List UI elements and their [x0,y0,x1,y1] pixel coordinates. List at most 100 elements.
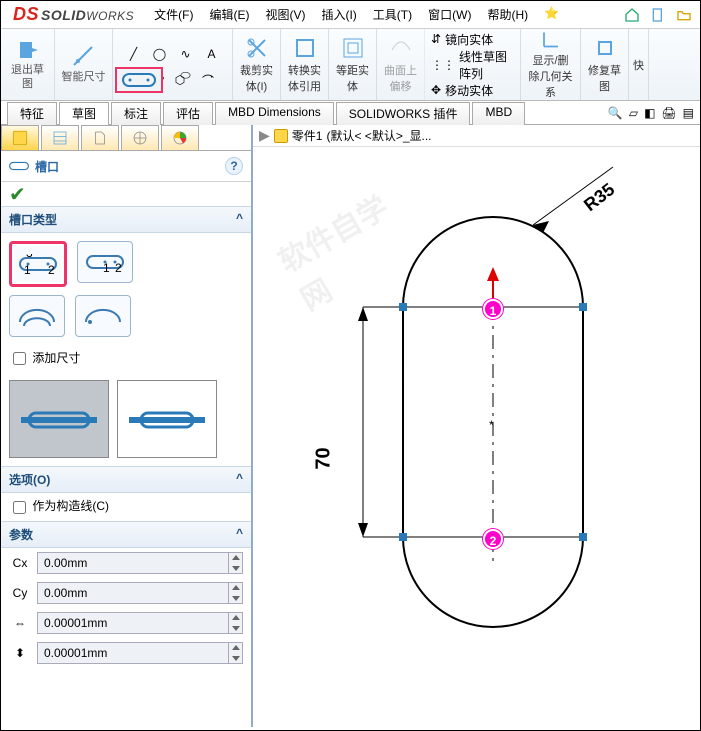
pattern-group: ⇵镜向实体 ⋮⋮线性草图阵列 ✥移动实体 [425,29,521,100]
manager-tabs [1,125,251,151]
slot-type-straight[interactable]: 312 [9,241,67,287]
slot-overall-preview[interactable] [117,380,217,458]
pm-title: 槽口 [35,158,59,175]
new-icon[interactable] [648,5,668,25]
construction-checkbox[interactable]: 作为构造线(C) [9,499,109,513]
settings-icon[interactable]: ▤ [683,106,694,120]
app-title: SOLIDWORKS [41,7,134,23]
menu-window[interactable]: 窗口(W) [422,6,477,23]
mirror-icon: ⇵ [431,32,441,46]
cy-icon: Cy [9,584,31,602]
menu-file[interactable]: 文件(F) [148,6,199,23]
menu-bar: DS SOLIDWORKS 文件(F) 编辑(E) 视图(V) 插入(I) 工具… [1,1,700,29]
line-tool-icon[interactable]: ╱ [123,45,145,63]
feature-manager-tab[interactable] [1,125,39,150]
fillet-tool-icon[interactable]: ⌒ [197,71,219,89]
property-manager-tab[interactable] [41,125,79,150]
dimxpert-manager-tab[interactable] [121,125,159,150]
exit-sketch-button[interactable]: 退出草图 [1,29,55,100]
breadcrumb: ▶ 零件1 (默认< <默认>_显... [253,125,700,147]
open-icon[interactable] [674,5,694,25]
appearance-icon[interactable]: ◧ [644,106,655,120]
slot-type-centerpoint-straight[interactable]: 12 [77,241,133,283]
graphics-area[interactable]: ▶ 零件1 (默认< <默认>_显... 软件自学网 [253,125,700,727]
polygon-tool-icon[interactable]: ⬡ [169,71,191,89]
width-icon: ⬍ [9,644,31,662]
home-icon[interactable] [622,5,642,25]
heads-up-toolbar: 🔍 ▱ ◧ 🖨 ▤ [608,101,700,124]
print-icon[interactable]: 🖨 [661,106,676,120]
mirror-button[interactable]: ⇵镜向实体 [431,31,493,48]
linear-pattern-button[interactable]: ⋮⋮线性草图阵列 [431,48,514,82]
menu-tools[interactable]: 工具(T) [367,6,418,23]
move-button[interactable]: ✥移动实体 [431,82,493,99]
ds-logo-icon: DS [13,4,39,25]
slot-point-1[interactable]: 1 [483,299,503,319]
chevron-up-icon: ^ [236,211,243,228]
command-tab-bar: 特征 草图 标注 评估 MBD Dimensions SOLIDWORKS 插件… [1,101,700,125]
configuration-manager-tab[interactable] [81,125,119,150]
part-icon [274,129,288,143]
slot-sketch: * [273,157,673,677]
search-icon[interactable]: 🔍 [608,106,623,120]
repair-sketch-button[interactable]: 修复草图 [581,29,629,100]
help-icon[interactable]: ? [225,157,243,175]
menu-search-icon[interactable]: ⭐ [538,6,565,23]
display-relations-button[interactable]: 显示/删除几何关系 [521,29,581,100]
offset-surface-button[interactable]: 曲面上偏移 [377,29,425,100]
trim-button[interactable]: 裁剪实体(I) [233,29,281,100]
quick-button[interactable]: 快 [629,29,649,100]
tab-mbd[interactable]: MBD [472,102,525,125]
menu-view[interactable]: 视图(V) [259,6,311,23]
length-field[interactable]: 0.00001mm [37,612,243,634]
menu-insert[interactable]: 插入(I) [315,6,362,23]
dim-70[interactable]: 70 [313,447,336,469]
width-field[interactable]: 0.00001mm [37,642,243,664]
slot-type-3pt-arc[interactable] [9,295,65,337]
params-header[interactable]: 参数^ [1,521,251,548]
slot-tool-button[interactable] [115,67,163,93]
display-manager-tab[interactable] [161,125,199,150]
spline-tool-icon[interactable]: ∿ [175,45,197,63]
breadcrumb-arrow-icon[interactable]: ▶ [259,127,270,144]
add-dim-checkbox[interactable]: 添加尺寸 [9,351,80,365]
tab-mbd-dim[interactable]: MBD Dimensions [215,102,334,125]
offset-button[interactable]: 等距实体 [329,29,377,100]
section-icon[interactable]: ▱ [629,106,638,120]
svg-text:2: 2 [48,263,55,274]
convert-button[interactable]: 转换实体引用 [281,29,329,100]
tab-feature[interactable]: 特征 [7,102,57,125]
tab-annotate[interactable]: 标注 [111,102,161,125]
ok-button[interactable]: ✔ [1,182,25,206]
svg-text:1: 1 [103,261,110,272]
slot-length-preview[interactable] [9,380,109,458]
cy-field[interactable]: 0.00mm [37,582,243,604]
move-icon: ✥ [431,83,441,97]
breadcrumb-part[interactable]: 零件1 [292,127,323,144]
options-header[interactable]: 选项(O)^ [1,466,251,493]
length-icon: ⇔ [9,614,31,632]
breadcrumb-state: (默认< <默认>_显... [326,127,431,144]
menu-help[interactable]: 帮助(H) [481,6,534,23]
tab-addins[interactable]: SOLIDWORKS 插件 [336,102,471,125]
menu-edit[interactable]: 编辑(E) [203,6,255,23]
tab-evaluate[interactable]: 评估 [163,102,213,125]
app-logo: DS SOLIDWORKS [5,4,142,25]
svg-text:2: 2 [115,261,122,272]
sketch-entities-group: ╱ ◯ ∿ A ▭ ◡ ⬭ · ⬡ ⌒ [113,29,233,100]
slot-type-header[interactable]: 槽口类型^ [1,206,251,233]
pm-title-row: 槽口 ? [1,151,251,182]
tab-sketch[interactable]: 草图 [59,102,109,125]
slot-point-2[interactable]: 2 [483,529,503,549]
circle-tool-icon[interactable]: ◯ [149,45,171,63]
ribbon: 退出草图 智能尺寸 ╱ ◯ ∿ A ▭ ◡ ⬭ · ⬡ ⌒ 裁剪实体(I) 转换… [1,29,700,101]
smart-dim-button[interactable]: 智能尺寸 [55,29,113,100]
cx-icon: Cx [9,554,31,572]
property-manager: 槽口 ? ✔ 槽口类型^ 312 12 添加尺寸 [1,125,253,727]
pattern-icon: ⋮⋮ [431,58,455,72]
cx-field[interactable]: 0.00mm [37,552,243,574]
text-tool-icon[interactable]: A [201,45,223,63]
slot-pm-icon [9,159,29,173]
slot-type-centerpoint-arc[interactable] [75,295,131,337]
svg-text:1: 1 [24,263,31,274]
